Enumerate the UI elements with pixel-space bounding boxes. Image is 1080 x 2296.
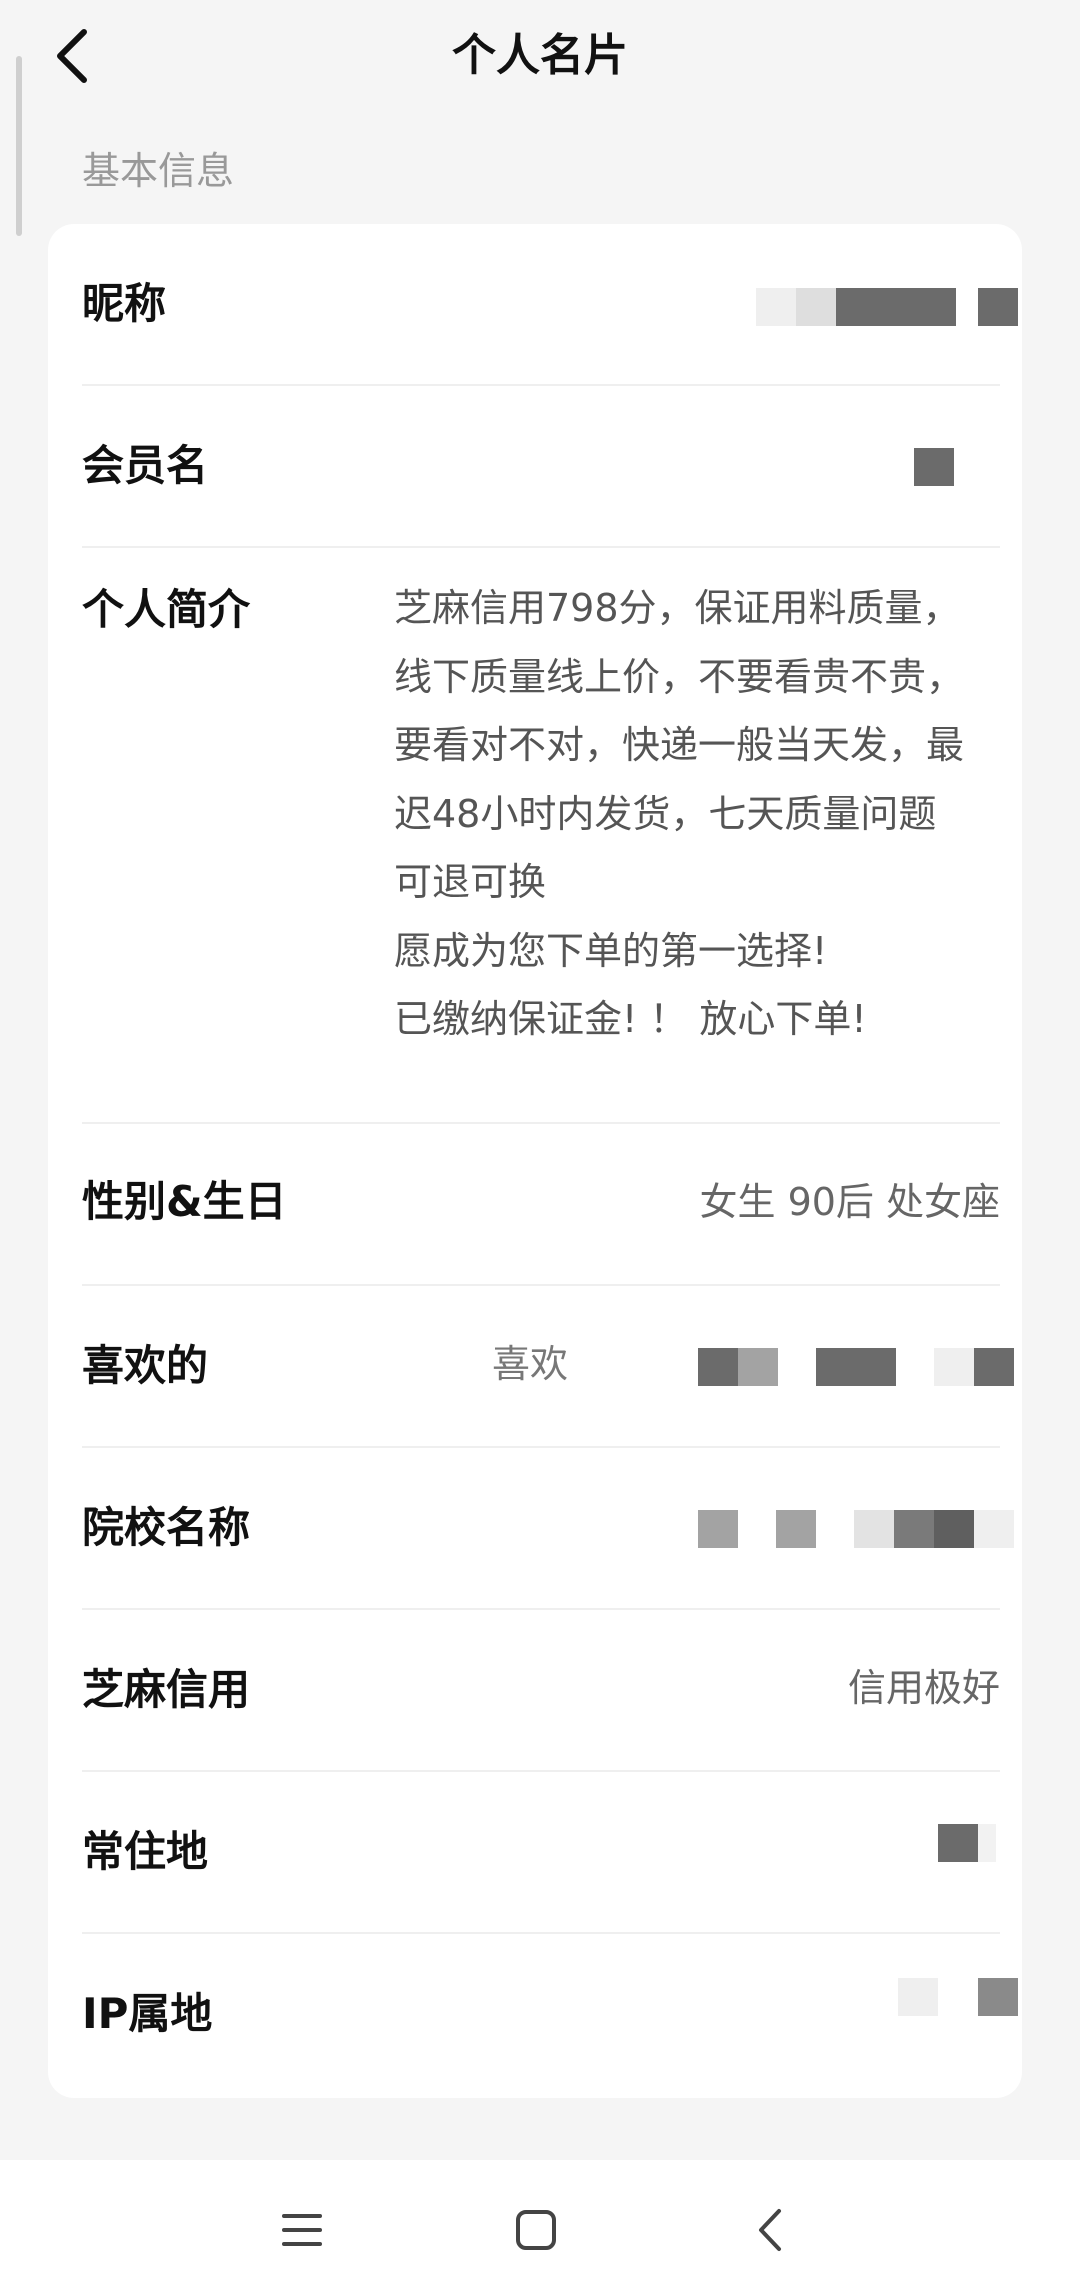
row-gender-birthday[interactable]: 性别&生日 女生 90后 处女座 (82, 1122, 1000, 1286)
menu-icon (282, 2214, 322, 2246)
row-bio[interactable]: 个人简介 芝麻信用798分，保证用料质量， 线下质量线上价，不要看贵不贵， 要看… (82, 546, 1000, 1124)
system-navigation-bar (0, 2160, 1080, 2296)
bio-line: 要看对不对，快递一般当天发，最 (394, 723, 965, 767)
gender-birthday-label: 性别&生日 (82, 1177, 287, 1226)
top-bar: 个人名片 (0, 0, 1080, 112)
bio-label: 个人简介 (82, 585, 251, 634)
scroll-indicator (16, 56, 22, 236)
bio-line: 芝麻信用798分，保证用料质量， (394, 586, 961, 630)
row-ip-location[interactable]: IP属地 (82, 1932, 1018, 2098)
row-residence[interactable]: 常住地 (82, 1770, 1000, 1934)
member-name-label: 会员名 (82, 441, 209, 490)
likes-value-prefix: 喜欢 (491, 1342, 568, 1386)
nickname-label: 昵称 (82, 279, 167, 328)
residence-label: 常住地 (82, 1827, 209, 1876)
likes-label: 喜欢的 (82, 1341, 209, 1390)
gender-birthday-value: 女生 90后 处女座 (699, 1180, 1000, 1224)
bio-line: 已缴纳保证金! ！ 放心下单! (394, 997, 867, 1041)
page-title: 个人名片 (452, 30, 628, 81)
bio-text: 芝麻信用798分，保证用料质量， 线下质量线上价，不要看贵不贵， 要看对不对，快… (394, 574, 1004, 1054)
profile-card: 昵称 会员名 个人简介 芝麻信用798分，保证用料质量， 线下质量线上价，不要看… (48, 224, 1022, 2098)
bio-line: 线下质量线上价，不要看贵不贵， (394, 654, 965, 699)
sesame-credit-label: 芝麻信用 (82, 1665, 251, 1714)
row-likes[interactable]: 喜欢的 喜欢 (82, 1284, 1014, 1448)
sesame-credit-value: 信用极好 (847, 1666, 1000, 1710)
row-nickname[interactable]: 昵称 (82, 224, 1018, 386)
section-label-basic-info: 基本信息 (82, 149, 235, 193)
menu-button[interactable] (266, 2194, 338, 2266)
row-sesame-credit[interactable]: 芝麻信用 信用极好 (82, 1608, 1000, 1772)
row-member-name[interactable]: 会员名 (82, 384, 1000, 548)
ip-location-label: IP属地 (82, 1989, 213, 2038)
system-back-button[interactable] (734, 2194, 806, 2266)
bio-line: 迟48小时内发货，七天质量问题 (394, 791, 937, 836)
back-icon (759, 2209, 781, 2251)
bio-line: 愿成为您下单的第一选择! (394, 928, 828, 973)
home-icon (516, 2210, 556, 2250)
row-school[interactable]: 院校名称 (82, 1446, 1014, 1610)
bio-line: 可退可换 (394, 860, 547, 904)
home-button[interactable] (500, 2194, 572, 2266)
school-label: 院校名称 (82, 1503, 251, 1552)
